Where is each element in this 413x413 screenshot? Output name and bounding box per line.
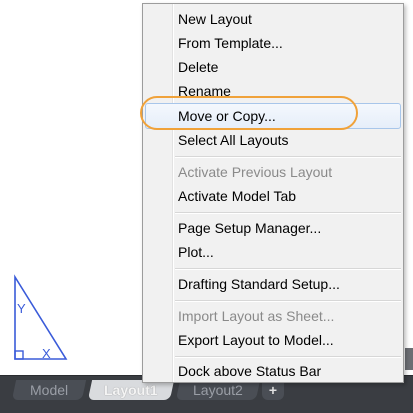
ucs-x-label: X: [42, 346, 51, 361]
menu-separator: [175, 268, 401, 270]
add-layout-button[interactable]: +: [262, 380, 284, 400]
menu-item-new-layout[interactable]: New Layout: [178, 8, 252, 30]
menu-item-page-setup-manager[interactable]: Page Setup Manager...: [178, 217, 321, 239]
tab-layout1[interactable]: Layout1: [87, 380, 175, 400]
menu-item-activate-previous-layout: Activate Previous Layout: [178, 164, 333, 180]
tab-layout1-label: Layout1: [104, 382, 158, 398]
menu-item-export-layout-to-model[interactable]: Export Layout to Model...: [178, 329, 334, 351]
tab-model[interactable]: Model: [11, 380, 87, 400]
tab-model-label: Model: [29, 382, 69, 398]
menu-separator: [175, 212, 401, 214]
menu-item-import-layout-as-sheet: Import Layout as Sheet...: [178, 308, 335, 324]
menu-item-activate-model-tab[interactable]: Activate Model Tab: [178, 185, 296, 207]
ucs-icon: Y X: [14, 274, 68, 361]
menu-separator: [175, 356, 401, 358]
layout-context-menu: New Layout From Template... Delete Renam…: [142, 3, 404, 383]
menu-item-drafting-standard-setup[interactable]: Drafting Standard Setup...: [178, 273, 340, 295]
menu-item-dock-above-status-bar[interactable]: Dock above Status Bar: [178, 360, 321, 382]
menu-icon-gutter-edge: [173, 4, 174, 382]
menu-item-delete[interactable]: Delete: [178, 56, 218, 78]
tab-layout2[interactable]: Layout2: [175, 380, 261, 400]
ucs-y-label: Y: [17, 301, 26, 316]
menu-item-select-all-layouts[interactable]: Select All Layouts: [178, 129, 289, 151]
menu-item-plot[interactable]: Plot...: [178, 241, 214, 263]
highlight-annotation-ring: [140, 96, 358, 130]
menu-separator: [175, 300, 401, 302]
menu-item-from-template[interactable]: From Template...: [178, 32, 283, 54]
tab-layout2-label: Layout2: [193, 382, 243, 398]
menu-separator: [175, 156, 401, 158]
tab-scroll-handle[interactable]: [405, 348, 413, 370]
